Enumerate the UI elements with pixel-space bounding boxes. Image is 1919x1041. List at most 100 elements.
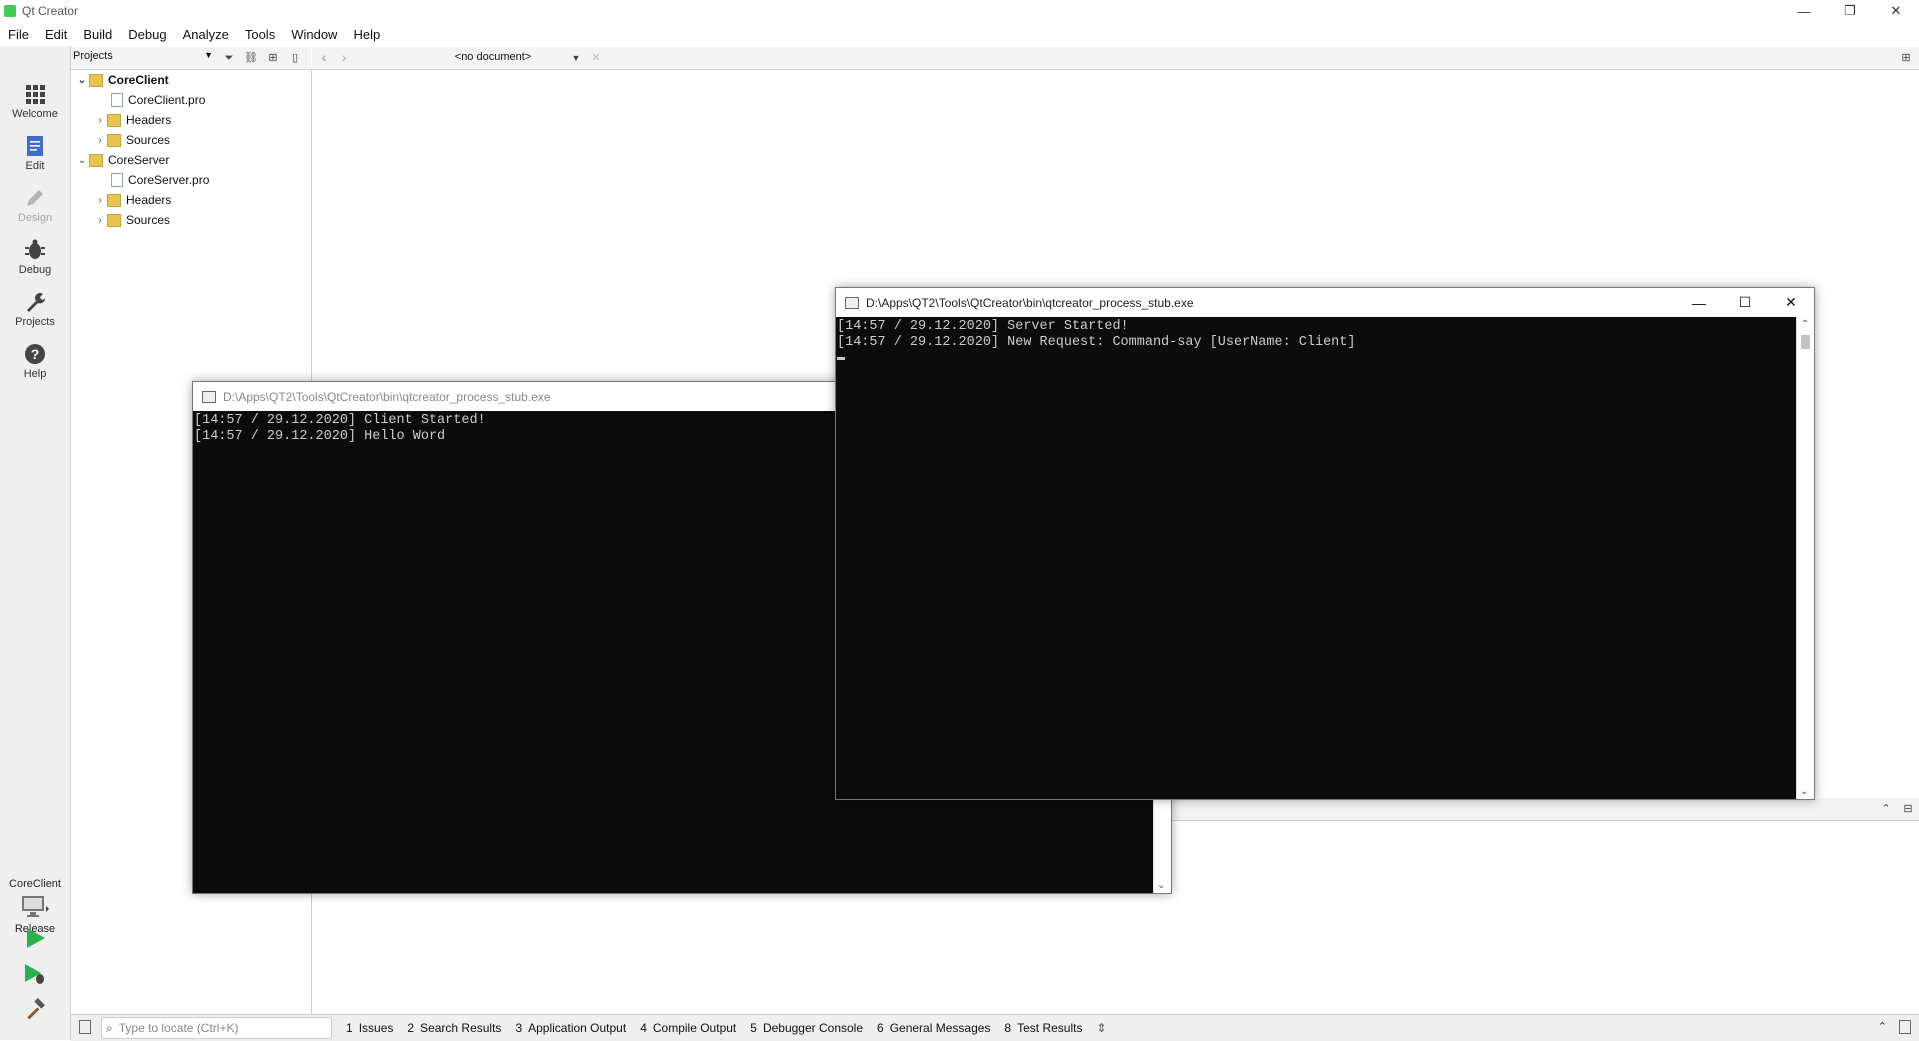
tree-folder-sources[interactable]: › Sources — [71, 130, 333, 150]
console-minimize-button[interactable]: — — [1676, 288, 1722, 317]
menu-edit[interactable]: Edit — [37, 27, 75, 42]
tab-general-messages[interactable]: 6 General Messages — [877, 1021, 990, 1035]
menu-window[interactable]: Window — [283, 27, 345, 42]
monitor-icon — [22, 896, 49, 917]
tab-test-results[interactable]: 8 Test Results — [1004, 1021, 1082, 1035]
tree-item-label: Sources — [126, 133, 171, 147]
run-icon[interactable] — [23, 926, 47, 950]
editor-toolbar: ‹ › <no document> ▼ ✕ ⊞ — [312, 47, 1919, 70]
menu-analyze[interactable]: Analyze — [175, 27, 237, 42]
chevron-up-icon[interactable]: ⌃ — [1878, 1020, 1887, 1033]
tab-search-results[interactable]: 2 Search Results — [407, 1021, 501, 1035]
more-tabs-icon[interactable]: ⇕ — [1096, 1021, 1106, 1035]
tab-label: Issues — [358, 1021, 394, 1035]
pencil-icon — [27, 190, 43, 206]
tree-folder-sources[interactable]: › Sources — [71, 210, 333, 230]
forward-arrow-icon[interactable]: › — [336, 49, 352, 65]
console-line: [14:57 / 29.12.2020] New Request: Comman… — [837, 335, 1356, 350]
tab-debugger-console[interactable]: 5 Debugger Console — [750, 1021, 863, 1035]
qt-logo-icon — [4, 5, 16, 17]
scroll-down-arrow-icon[interactable]: ⌄ — [1157, 880, 1165, 891]
mode-edit[interactable]: Edit — [0, 128, 70, 180]
filter-icon[interactable]: ⏷ — [221, 50, 237, 66]
tree-item-label: CoreServer — [108, 153, 170, 167]
link-icon[interactable]: ⛓ — [243, 50, 259, 66]
tab-number: 1 — [346, 1021, 353, 1035]
locator-placeholder: Type to locate (Ctrl+K) — [118, 1021, 239, 1035]
close-pane-icon[interactable]: ⊟ — [1900, 801, 1916, 817]
mode-selector: Welcome Edit Design Debug Projects ? Hel… — [0, 46, 71, 1040]
document-combo[interactable]: <no document> — [408, 51, 578, 63]
maximize-pane-icon[interactable]: ⌃ — [1878, 801, 1894, 817]
console-title: D:\Apps\QT2\Tools\QtCreator\bin\qtcreato… — [866, 295, 1194, 310]
mode-projects[interactable]: Projects — [0, 284, 70, 336]
tree-item-label: Headers — [126, 193, 172, 207]
mode-debug[interactable]: Debug — [0, 232, 70, 284]
close-button[interactable]: ✕ — [1873, 0, 1919, 22]
split-editor-icon[interactable]: ⊞ — [1898, 50, 1914, 66]
console-scrollbar[interactable]: ⌃ ⌄ — [1796, 317, 1814, 799]
mode-design[interactable]: Design — [0, 180, 70, 232]
locator-input[interactable]: ⌕ Type to locate (Ctrl+K) — [101, 1017, 332, 1039]
console-icon — [845, 296, 859, 309]
scrollbar-thumb[interactable] — [1801, 335, 1810, 349]
restore-button[interactable]: ❐ — [1827, 0, 1873, 22]
tab-number: 8 — [1004, 1021, 1012, 1035]
tree-project-coreclient[interactable]: ⌄ CoreClient — [71, 70, 315, 90]
menu-build[interactable]: Build — [75, 27, 120, 42]
console-line: [14:57 / 29.12.2020] Hello Word — [194, 429, 446, 444]
tab-label: Compile Output — [652, 1021, 737, 1035]
console-maximize-button[interactable]: ☐ — [1722, 288, 1768, 317]
back-arrow-icon[interactable]: ‹ — [316, 49, 332, 65]
scroll-down-arrow-icon[interactable]: ⌄ — [1800, 786, 1808, 797]
chevron-right-icon[interactable]: › — [93, 215, 107, 226]
console-line: [14:57 / 29.12.2020] Client Started! — [194, 413, 486, 428]
svg-text:?: ? — [31, 346, 40, 362]
tree-item-label: Headers — [126, 113, 172, 127]
tree-folder-headers[interactable]: › Headers — [71, 190, 333, 210]
chevron-down-icon[interactable]: ⌄ — [75, 155, 89, 166]
toggle-sidebar-icon[interactable] — [79, 1020, 91, 1034]
tree-item-label: CoreClient.pro — [128, 93, 206, 107]
menu-tools[interactable]: Tools — [237, 27, 283, 42]
mode-welcome[interactable]: Welcome — [0, 76, 70, 128]
console-line: [14:57 / 29.12.2020] Server Started! — [837, 319, 1129, 334]
console-title-bar[interactable]: D:\Apps\QT2\Tools\QtCreator\bin\qtcreato… — [836, 288, 1814, 317]
menu-debug[interactable]: Debug — [120, 27, 174, 42]
project-folder-icon — [89, 73, 103, 87]
minimize-button[interactable]: — — [1781, 0, 1827, 22]
build-hammer-icon[interactable] — [23, 998, 47, 1022]
tab-application-output[interactable]: 3 Application Output — [515, 1021, 626, 1035]
console-close-button[interactable]: ✕ — [1768, 288, 1814, 317]
headers-folder-icon — [107, 113, 121, 127]
menu-help[interactable]: Help — [345, 27, 388, 42]
console-icon — [202, 390, 216, 403]
split-icon[interactable]: ⊞ — [265, 50, 281, 66]
question-icon: ? — [25, 344, 45, 364]
menu-file[interactable]: File — [0, 27, 37, 42]
mode-help[interactable]: ? Help — [0, 336, 70, 388]
tab-label: Search Results — [420, 1021, 502, 1035]
tree-folder-headers[interactable]: › Headers — [71, 110, 333, 130]
tree-project-coreserver[interactable]: ⌄ CoreServer — [71, 150, 315, 170]
projects-toolbar: Projects ▼ ⏷ ⛓ ⊞ ▯ — [71, 47, 311, 70]
close-document-icon[interactable]: ✕ — [588, 50, 604, 66]
mode-label: Projects — [15, 316, 55, 328]
server-console-window[interactable]: D:\Apps\QT2\Tools\QtCreator\bin\qtcreato… — [835, 287, 1815, 800]
tree-file-coreclient-pro[interactable]: CoreClient.pro — [71, 90, 351, 110]
chevron-right-icon[interactable]: › — [93, 135, 107, 146]
sources-folder-icon — [107, 133, 121, 147]
tab-compile-output[interactable]: 4 Compile Output — [640, 1021, 736, 1035]
debug-run-icon[interactable] — [23, 962, 47, 986]
close-sidebar-icon[interactable]: ▯ — [287, 50, 303, 66]
chevron-down-icon[interactable]: ⌄ — [75, 75, 89, 86]
chevron-right-icon[interactable]: › — [93, 115, 107, 126]
tree-file-coreserver-pro[interactable]: CoreServer.pro — [71, 170, 351, 190]
projects-view-combo[interactable]: Projects ▼ — [73, 50, 213, 66]
toggle-right-sidebar-icon[interactable] — [1899, 1020, 1911, 1034]
chevron-right-icon[interactable]: › — [93, 195, 107, 206]
scroll-up-arrow-icon[interactable]: ⌃ — [1801, 319, 1809, 330]
pro-file-icon — [111, 173, 123, 187]
tab-issues[interactable]: 1 Issues — [346, 1021, 393, 1035]
mode-label: Edit — [25, 160, 45, 172]
